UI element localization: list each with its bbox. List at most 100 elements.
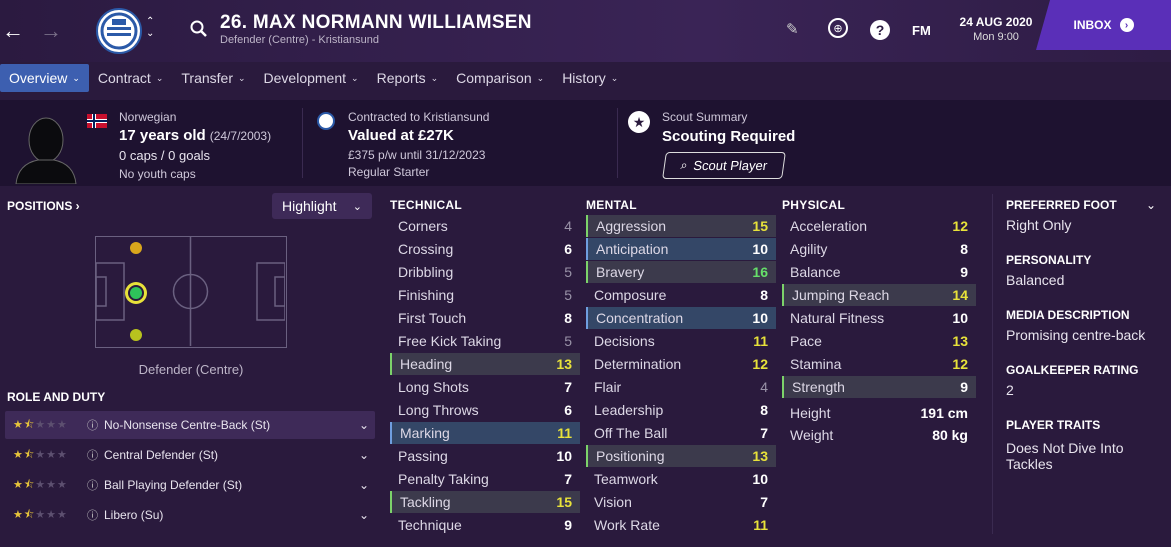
attribute-row[interactable]: Technique 9	[390, 514, 580, 536]
attribute-row[interactable]: Jumping Reach 14	[782, 284, 976, 306]
attribute-row[interactable]: Corners 4	[390, 215, 580, 237]
info-icon[interactable]: ⓘ	[87, 507, 98, 523]
game-date: 24 AUG 2020	[959, 15, 1033, 29]
chevron-down-icon: ⌄	[351, 72, 359, 83]
preferred-foot-title: PREFERRED FOOT	[1006, 198, 1117, 212]
role-row[interactable]: ★⯪★★★ ⓘ Libero (Su) ⌄	[5, 501, 375, 529]
player-dob: (24/7/2003)	[209, 129, 272, 143]
height-row: Height 191 cm	[790, 405, 968, 421]
attribute-row[interactable]: Composure 8	[586, 284, 776, 306]
goalkeeper-rating-title: GOALKEEPER RATING	[1006, 363, 1139, 377]
attribute-row[interactable]: Acceleration 12	[782, 215, 976, 237]
attribute-row[interactable]: First Touch 8	[390, 307, 580, 329]
attribute-row[interactable]: Natural Fitness 10	[782, 307, 976, 329]
forward-arrow-icon[interactable]: →	[40, 18, 62, 44]
inbox-label: INBOX	[1073, 18, 1112, 32]
youth-caps: No youth caps	[119, 167, 196, 181]
chevron-down-icon: ⌄	[430, 72, 439, 83]
attribute-row[interactable]: Long Shots 7	[390, 376, 580, 398]
goalkeeper-rating: 2	[1006, 382, 1014, 398]
technical-header: TECHNICAL	[390, 198, 463, 212]
divider	[617, 108, 618, 178]
attribute-row[interactable]: Tackling 15	[390, 491, 580, 513]
info-icon[interactable]: ⓘ	[87, 477, 98, 493]
attribute-row[interactable]: Agility 8	[782, 238, 976, 260]
game-time: Mon 9:00	[973, 31, 1019, 43]
tab-bar: Overview ⌄ Contract ⌄ Transfer ⌄ Developmen…	[0, 64, 627, 92]
highlight-dropdown[interactable]: Highlight ⌄	[272, 193, 372, 219]
role-row[interactable]: ★⯪★★★ ⓘ No-Nonsense Centre-Back (St) ⌄	[5, 411, 375, 439]
attribute-row[interactable]: Long Throws 6	[390, 399, 580, 421]
attribute-row[interactable]: Strength 9	[782, 376, 976, 398]
tab-development[interactable]: Development ⌄	[255, 64, 368, 92]
role-row[interactable]: ★⯪★★★ ⓘ Central Defender (St) ⌄	[5, 441, 375, 469]
club-crest-icon[interactable]	[96, 8, 142, 54]
attribute-row[interactable]: Flair 4	[586, 376, 776, 398]
attribute-row[interactable]: Off The Ball 7	[586, 422, 776, 444]
globe-icon[interactable]: ⊕	[828, 18, 848, 38]
position-label: Defender (Centre)	[138, 362, 244, 377]
crest-switch-icon[interactable]: ⌃ ⌄	[146, 16, 154, 40]
help-icon[interactable]: ?	[870, 20, 890, 40]
player-traits-title: PLAYER TRAITS	[1006, 418, 1101, 432]
international-caps: 0 caps / 0 goals	[119, 148, 211, 163]
attribute-row[interactable]: Finishing 5	[390, 284, 580, 306]
attribute-row[interactable]: Passing 10	[390, 445, 580, 467]
player-trait: Does Not Dive Into Tackles	[1006, 440, 1124, 472]
weight-row: Weight 80 kg	[790, 427, 968, 443]
search-icon[interactable]	[190, 20, 208, 38]
divider	[992, 194, 993, 534]
attribute-row[interactable]: Dribbling 5	[390, 261, 580, 283]
attribute-row[interactable]: Aggression 15	[586, 215, 776, 237]
positions-link[interactable]: POSITIONS ›	[7, 199, 80, 213]
attribute-row[interactable]: Crossing 6	[390, 238, 580, 260]
back-arrow-icon[interactable]: ←	[2, 18, 24, 44]
attribute-row[interactable]: Marking 11	[390, 422, 580, 444]
scout-player-button[interactable]: ⌕ Scout Player	[662, 152, 786, 179]
club-badge-icon	[317, 112, 335, 130]
attribute-row[interactable]: Vision 7	[586, 491, 776, 513]
attribute-row[interactable]: Heading 13	[390, 353, 580, 375]
nationality: Norwegian	[119, 110, 177, 124]
tab-history[interactable]: History ⌄	[553, 64, 627, 92]
tab-comparison[interactable]: Comparison ⌄	[447, 64, 553, 92]
role-rating-stars: ★⯪★★★	[13, 448, 68, 461]
inbox-button[interactable]: INBOX ›	[1036, 0, 1171, 50]
attribute-row[interactable]: Leadership 8	[586, 399, 776, 421]
tab-overview[interactable]: Overview ⌄	[0, 64, 89, 92]
attribute-row[interactable]: Concentration 10	[586, 307, 776, 329]
chevron-down-icon[interactable]: ⌄	[359, 508, 369, 522]
chevron-down-icon[interactable]: ⌄	[359, 478, 369, 492]
search-icon: ⌕	[679, 158, 689, 172]
chevron-down-icon[interactable]: ⌄	[359, 418, 369, 432]
player-subtitle: Defender (Centre) - Kristiansund	[220, 34, 379, 46]
chevron-down-icon[interactable]: ⌄	[359, 448, 369, 462]
squad-status: Regular Starter	[348, 165, 430, 179]
mental-header: MENTAL	[586, 198, 637, 212]
personality-title: PERSONALITY	[1006, 253, 1092, 267]
attribute-row[interactable]: Pace 13	[782, 330, 976, 352]
attribute-row[interactable]: Positioning 13	[586, 445, 776, 467]
fm-menu-button[interactable]: FM	[912, 23, 931, 38]
edit-pencil-icon[interactable]: ✎	[786, 20, 799, 38]
chevron-down-icon[interactable]: ⌄	[1146, 198, 1156, 212]
attribute-row[interactable]: Determination 12	[586, 353, 776, 375]
tab-reports[interactable]: Reports ⌄	[368, 64, 448, 92]
attribute-row[interactable]: Penalty Taking 7	[390, 468, 580, 490]
tab-contract[interactable]: Contract ⌄	[89, 64, 172, 92]
info-icon[interactable]: ⓘ	[87, 417, 98, 433]
attribute-row[interactable]: Teamwork 10	[586, 468, 776, 490]
chevron-down-icon: ⌄	[610, 72, 619, 83]
role-row[interactable]: ★⯪★★★ ⓘ Ball Playing Defender (St) ⌄	[5, 471, 375, 499]
attribute-row[interactable]: Decisions 11	[586, 330, 776, 352]
info-icon[interactable]: ⓘ	[87, 447, 98, 463]
position-dot-dcr	[130, 329, 142, 341]
attribute-row[interactable]: Stamina 12	[782, 353, 976, 375]
attribute-row[interactable]: Work Rate 11	[586, 514, 776, 536]
attribute-row[interactable]: Bravery 16	[586, 261, 776, 283]
attribute-row[interactable]: Free Kick Taking 5	[390, 330, 580, 352]
attribute-row[interactable]: Anticipation 10	[586, 238, 776, 260]
attribute-row[interactable]: Balance 9	[782, 261, 976, 283]
tab-transfer[interactable]: Transfer ⌄	[172, 64, 254, 92]
role-duty-title: ROLE AND DUTY	[7, 390, 106, 404]
